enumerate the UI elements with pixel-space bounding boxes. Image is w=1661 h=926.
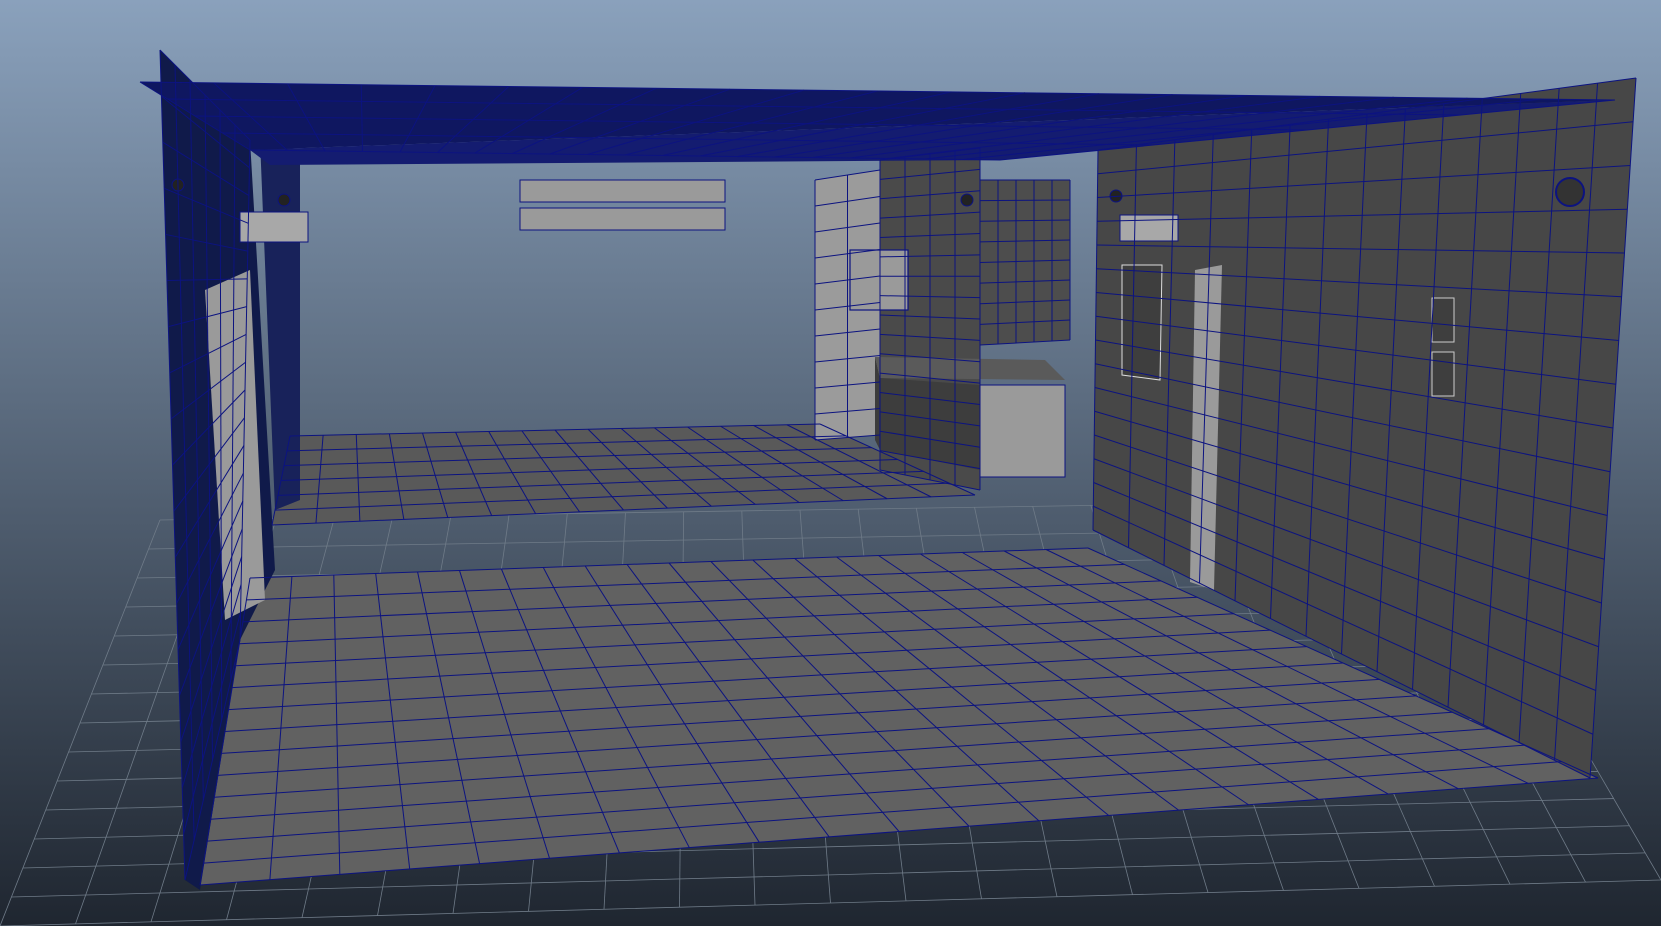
viewport-canvas[interactable]: [0, 0, 1661, 926]
maya-viewport[interactable]: [0, 0, 1661, 926]
